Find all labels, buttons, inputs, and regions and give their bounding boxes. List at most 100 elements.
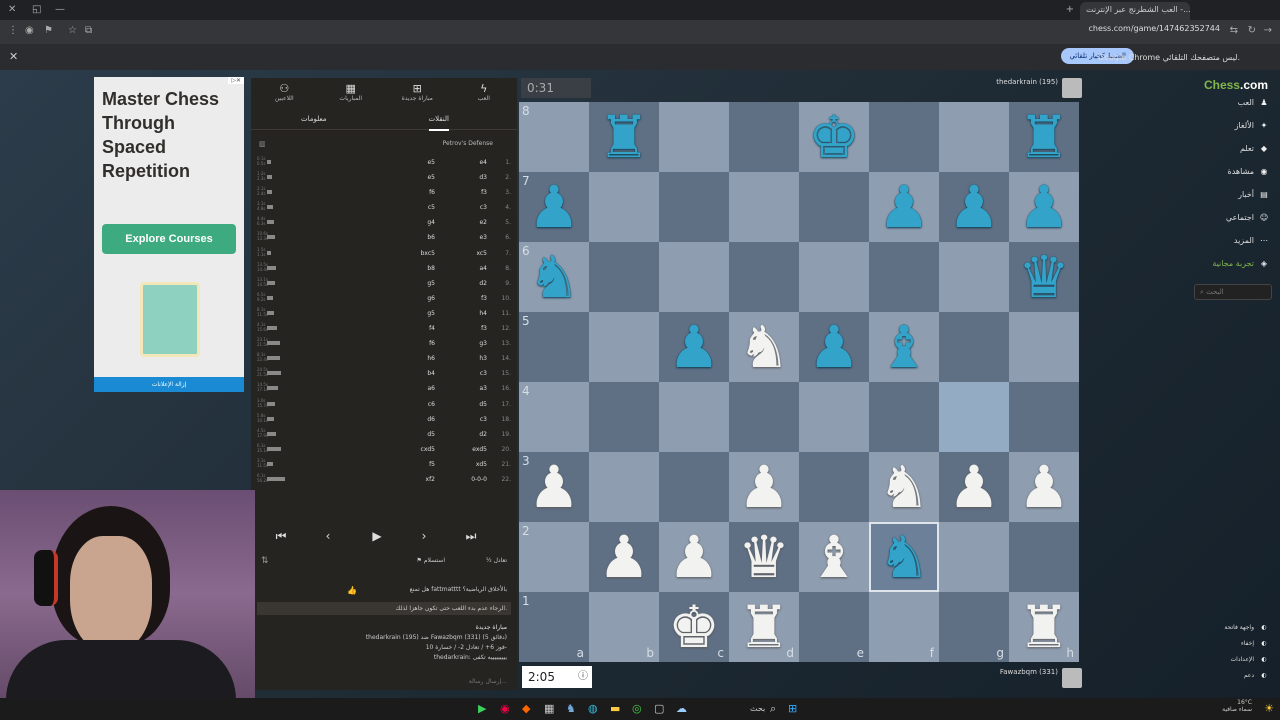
square-d6[interactable] <box>729 242 799 312</box>
chrome-icon[interactable]: ◎ <box>632 702 642 715</box>
square-e4[interactable] <box>799 382 869 452</box>
square-h1[interactable]: h ♜ <box>1009 592 1079 662</box>
play-button[interactable]: ▶ <box>357 529 397 543</box>
bottom-player[interactable]: Fawazbqm (331) <box>1000 668 1058 676</box>
black-move[interactable]: f6 <box>429 340 435 347</box>
square-a8[interactable]: 8 <box>519 102 589 172</box>
black-move[interactable]: cxd5 <box>421 446 435 453</box>
white-pawn-piece[interactable]: ♟ <box>1009 452 1079 522</box>
square-b4[interactable] <box>589 382 659 452</box>
white-move[interactable]: d3 <box>479 174 487 181</box>
black-move[interactable]: f5 <box>429 461 435 468</box>
white-move[interactable]: h3 <box>479 355 487 362</box>
chat-input[interactable]: إرسال رسالة... <box>469 678 507 685</box>
square-e3[interactable] <box>799 452 869 522</box>
white-pawn-piece[interactable]: ♟ <box>729 452 799 522</box>
square-h4[interactable] <box>1009 382 1079 452</box>
square-f5[interactable]: ♝ <box>869 312 939 382</box>
white-move[interactable]: d2 <box>479 280 487 287</box>
folder-icon[interactable]: ▬ <box>610 702 620 715</box>
square-g6[interactable] <box>939 242 1009 312</box>
square-c8[interactable] <box>659 102 729 172</box>
calendar-icon[interactable]: ▦ <box>544 702 554 715</box>
edge-icon[interactable]: ◍ <box>588 702 598 715</box>
window-icon[interactable]: ▢ <box>654 702 664 715</box>
white-move[interactable]: c3 <box>480 370 487 377</box>
profile-icon[interactable]: ◉ <box>25 25 34 36</box>
chess-app-icon[interactable]: ♞ <box>566 702 576 715</box>
square-a2[interactable]: 2 <box>519 522 589 592</box>
last-move-button[interactable]: ⏭ <box>451 529 491 544</box>
square-h7[interactable]: ♟ <box>1009 172 1079 242</box>
nav-play[interactable]: ϟ العب <box>451 78 518 106</box>
taskbar-search[interactable]: بحث <box>750 704 765 713</box>
black-rook-piece[interactable]: ♜ <box>1009 102 1079 172</box>
square-d4[interactable] <box>729 382 799 452</box>
black-move[interactable]: g4 <box>427 219 435 226</box>
black-pawn-piece[interactable]: ♟ <box>939 172 1009 242</box>
extensions-icon[interactable]: ⋮ <box>8 25 18 36</box>
black-move[interactable]: e5 <box>427 159 435 166</box>
black-move[interactable]: xf2 <box>426 476 435 483</box>
black-move[interactable]: c5 <box>428 204 435 211</box>
start-icon[interactable]: ⊞ <box>788 702 797 715</box>
black-move[interactable]: d5 <box>427 431 435 438</box>
white-move[interactable]: f3 <box>481 325 487 332</box>
square-e8[interactable]: ♚ <box>799 102 869 172</box>
white-move[interactable]: xc5 <box>476 250 487 257</box>
white-move[interactable]: h4 <box>479 310 487 317</box>
square-a5[interactable]: 5 <box>519 312 589 382</box>
black-king-piece[interactable]: ♚ <box>799 102 869 172</box>
sidebar-item[interactable]: أخبار ▤ <box>1238 190 1270 199</box>
black-move[interactable]: f4 <box>429 325 435 332</box>
square-a6[interactable]: 6 ♞ <box>519 242 589 312</box>
white-move[interactable]: d2 <box>479 431 487 438</box>
top-player-avatar[interactable] <box>1062 78 1082 98</box>
first-move-button[interactable]: ⏮ <box>261 529 301 544</box>
square-d8[interactable] <box>729 102 799 172</box>
square-f2[interactable]: ♞ <box>869 522 939 592</box>
white-pawn-piece[interactable]: ♟ <box>939 452 1009 522</box>
nav-games[interactable]: ▦ المباريات <box>318 78 385 106</box>
white-move[interactable]: a4 <box>480 265 488 272</box>
square-e7[interactable] <box>799 172 869 242</box>
sidebar-item[interactable]: تجربة مجانية ◈ <box>1212 259 1270 268</box>
black-move[interactable]: h6 <box>427 355 435 362</box>
white-knight-piece[interactable]: ♞ <box>729 312 799 382</box>
black-pawn-piece[interactable]: ♟ <box>799 312 869 382</box>
black-move[interactable]: a6 <box>428 385 436 392</box>
square-c4[interactable] <box>659 382 729 452</box>
explore-courses-button[interactable]: Explore Courses <box>102 224 236 254</box>
square-a4[interactable]: 4 <box>519 382 589 452</box>
extension-icon[interactable]: ⚑ <box>44 25 53 36</box>
chess-board[interactable]: 8 ♜ ♚ ♜ 7 ♟ ♟ ♟ ♟ 6 ♞ ♛ 5 ♟ ♞ ♟ ♝ 4 3 ♟ ♟ ♞ ♟ ♟ 2 ♟ ♟ ♛ ♝ ♞ 1 a b c ♚ d ♜ e f g… <box>519 102 1079 662</box>
taskbar-search-icon[interactable]: ⌕ <box>770 702 776 716</box>
remove-ads-link[interactable]: إزالة الإعلانات <box>94 377 244 392</box>
black-knight-piece[interactable]: ♞ <box>519 242 589 312</box>
url-field[interactable]: chess.com/game/147462352744 <box>1088 24 1220 33</box>
white-move[interactable]: e4 <box>479 159 487 166</box>
square-g3[interactable]: ♟ <box>939 452 1009 522</box>
square-c5[interactable]: ♟ <box>659 312 729 382</box>
white-pawn-piece[interactable]: ♟ <box>659 522 729 592</box>
black-move[interactable]: d6 <box>427 416 435 423</box>
square-f7[interactable]: ♟ <box>869 172 939 242</box>
chess-com-logo[interactable]: Chess.com <box>1204 78 1268 92</box>
sidebar-bottom-item[interactable]: واجهة فاتحة ◐ <box>1224 624 1270 631</box>
sidebar-bottom-item[interactable]: دعم ◐ <box>1244 672 1270 679</box>
close-infobar-icon[interactable]: ✕ <box>9 50 18 63</box>
nav-new-game[interactable]: ⊞ مباراة جديدة <box>384 78 451 106</box>
ad-choices-icon[interactable]: ▷✕ <box>228 77 244 84</box>
square-h8[interactable]: ♜ <box>1009 102 1079 172</box>
square-a7[interactable]: 7 ♟ <box>519 172 589 242</box>
sidebar-item[interactable]: العب ♟ <box>1238 98 1270 107</box>
tab-info[interactable]: معلومات <box>301 115 327 123</box>
black-move[interactable]: bxc5 <box>421 250 435 257</box>
white-move[interactable]: f3 <box>481 189 487 196</box>
advertisement[interactable]: ▷✕ Master Chess Through Spaced Repetitio… <box>94 77 244 392</box>
sidebar-item[interactable]: المزيد ⋯ <box>1234 236 1270 245</box>
square-g8[interactable] <box>939 102 1009 172</box>
square-b8[interactable]: ♜ <box>589 102 659 172</box>
square-f1[interactable]: f <box>869 592 939 662</box>
square-b6[interactable] <box>589 242 659 312</box>
